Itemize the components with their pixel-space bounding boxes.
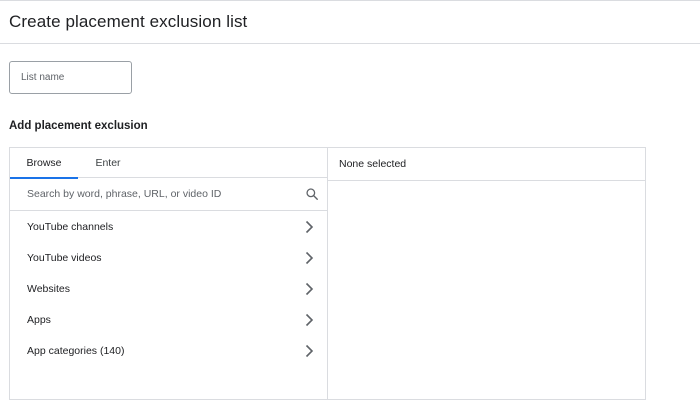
search-bar (10, 178, 327, 211)
browse-list: YouTube channels YouTube videos Websites… (10, 211, 327, 366)
chevron-right-icon (301, 312, 317, 328)
picker-tabs: Browse Enter (10, 148, 327, 179)
selected-panel: None selected (328, 148, 645, 399)
browse-item-websites[interactable]: Websites (10, 273, 327, 304)
browse-item-youtube-channels[interactable]: YouTube channels (10, 211, 327, 242)
browse-item-label: Websites (27, 282, 70, 295)
browse-item-youtube-videos[interactable]: YouTube videos (10, 242, 327, 273)
browse-item-label: YouTube channels (27, 220, 114, 233)
page-header: Create placement exclusion list (0, 0, 700, 44)
tab-enter[interactable]: Enter (78, 148, 138, 178)
browse-item-apps[interactable]: Apps (10, 304, 327, 335)
tab-browse[interactable]: Browse (10, 148, 78, 179)
list-name-field[interactable] (9, 61, 132, 94)
search-icon[interactable] (297, 178, 327, 210)
page-title: Create placement exclusion list (9, 12, 248, 31)
chevron-right-icon (301, 281, 317, 297)
section-title: Add placement exclusion (9, 120, 148, 132)
search-input[interactable] (10, 178, 297, 210)
browse-item-label: YouTube videos (27, 251, 102, 264)
chevron-right-icon (301, 250, 317, 266)
chevron-right-icon (301, 343, 317, 359)
list-name-input[interactable] (10, 62, 131, 93)
placement-picker: Browse Enter YouTube channels YouTube vi… (9, 147, 646, 400)
chevron-right-icon (301, 219, 317, 235)
browse-item-app-categories[interactable]: App categories (140) (10, 335, 327, 366)
browse-item-label: Apps (27, 313, 51, 326)
selection-status: None selected (328, 148, 645, 181)
browse-item-label: App categories (140) (27, 344, 125, 357)
browse-panel: Browse Enter YouTube channels YouTube vi… (10, 148, 328, 399)
